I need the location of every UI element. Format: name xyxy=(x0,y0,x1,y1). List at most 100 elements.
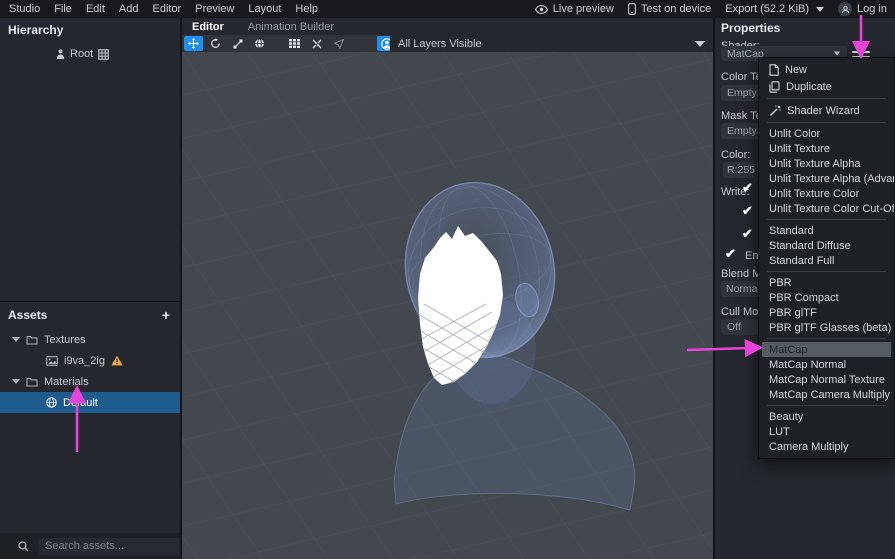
duplicate-icon xyxy=(769,80,780,93)
material-sphere-icon xyxy=(46,397,57,408)
menubar-item[interactable]: Editor xyxy=(152,3,181,15)
asset-search-bar xyxy=(0,533,214,559)
shader-menu-item[interactable]: Unlit Texture Color xyxy=(759,186,894,201)
globe-tool-button[interactable] xyxy=(250,36,269,51)
test-on-device-button[interactable]: Test on device xyxy=(628,3,711,15)
menubar-item[interactable]: Edit xyxy=(86,3,105,15)
caret-down-icon[interactable] xyxy=(12,337,20,342)
shader-menu-item[interactable]: Beauty xyxy=(759,409,894,424)
shader-menu-item[interactable]: MatCap Normal Texture xyxy=(759,372,894,387)
menubar-item[interactable]: Add xyxy=(119,3,139,15)
grid-icon xyxy=(289,39,300,48)
shader-menu-item[interactable]: Standard xyxy=(759,223,894,238)
tab-animation-builder[interactable]: Animation Builder xyxy=(248,21,334,33)
export-button[interactable]: Export (52.2 KiB) xyxy=(725,3,825,15)
assets-item-material-default[interactable]: Default xyxy=(0,392,180,413)
globe-icon xyxy=(254,38,265,49)
menu-separator xyxy=(767,338,886,339)
menu-separator xyxy=(767,98,886,99)
layers-dropdown[interactable]: All Layers Visible xyxy=(390,35,713,52)
menu-item-duplicate[interactable]: Duplicate xyxy=(759,78,894,95)
caret-down-icon[interactable] xyxy=(12,379,20,384)
color-label: Color: xyxy=(721,149,751,161)
navigate-icon xyxy=(332,37,345,50)
shader-menu-item[interactable]: Standard Full xyxy=(759,253,894,268)
add-asset-button[interactable]: + xyxy=(162,308,170,322)
hierarchy-title: Hierarchy xyxy=(8,23,64,37)
shader-menu-item[interactable]: Unlit Texture xyxy=(759,141,894,156)
shader-menu-item[interactable]: PBR glTF Glasses (beta) xyxy=(759,320,894,335)
properties-title: Properties xyxy=(721,21,781,35)
shader-menu-item[interactable]: Unlit Color xyxy=(759,126,894,141)
menubar: Studio File Edit Add Editor Preview Layo… xyxy=(0,3,318,15)
person-icon xyxy=(56,49,65,59)
menubar-item[interactable]: Studio xyxy=(9,3,40,15)
live-preview-button[interactable]: Live preview xyxy=(534,3,614,15)
scale-tool-button[interactable] xyxy=(228,36,247,51)
enabled-checkbox-icon[interactable]: ✔ xyxy=(725,246,736,262)
shader-menu-item[interactable]: PBR Compact xyxy=(759,290,894,305)
search-assets-input[interactable] xyxy=(39,537,193,555)
assets-folder-textures[interactable]: Textures xyxy=(0,329,180,350)
assets-tree: Textures i9va_2ig Materials Default xyxy=(0,329,180,413)
shader-menu-item[interactable]: MatCap Normal xyxy=(759,357,894,372)
folder-icon xyxy=(26,377,38,387)
menu-separator xyxy=(767,122,886,123)
viewport[interactable] xyxy=(182,52,713,559)
tab-editor[interactable]: Editor xyxy=(192,21,224,33)
avatar xyxy=(838,2,853,16)
login-button[interactable]: Log in xyxy=(838,2,887,16)
collapse-icon xyxy=(312,39,322,49)
grid-badge-icon xyxy=(98,48,109,60)
editor-tabbar: Editor Animation Builder xyxy=(182,18,713,35)
shader-menu-item[interactable]: Unlit Texture Alpha (Advanced) xyxy=(759,171,894,186)
menu-separator xyxy=(767,271,886,272)
assets-panel: Assets + Textures i9va_2ig Materials Def… xyxy=(0,301,180,533)
viewport-canvas[interactable] xyxy=(182,52,713,559)
hierarchy-item-root[interactable]: Root xyxy=(56,48,180,60)
shader-menu-item[interactable]: PBR xyxy=(759,275,894,290)
menubar-item[interactable]: Help xyxy=(295,3,318,15)
menu-item-shader-wizard[interactable]: Shader Wizard xyxy=(759,102,894,119)
hierarchy-panel: Hierarchy Root xyxy=(0,18,180,300)
chevron-down-icon xyxy=(816,6,825,12)
topbar-right: Live preview Test on device Export (52.2… xyxy=(534,2,895,16)
top-menubar: Studio File Edit Add Editor Preview Layo… xyxy=(0,0,895,18)
menubar-item[interactable]: File xyxy=(54,3,72,15)
wand-icon xyxy=(769,104,781,117)
write-check-3-icon[interactable]: ✔ xyxy=(742,226,753,242)
menu-separator xyxy=(767,405,886,406)
shader-menu-item[interactable]: PBR glTF xyxy=(759,305,894,320)
left-panel: Hierarchy Root Assets + Textures i9va_2i… xyxy=(0,18,214,559)
write-check-1-icon[interactable]: ✔ xyxy=(742,180,753,196)
collapse-view-button[interactable] xyxy=(307,36,326,51)
color-r-field[interactable]: R:255 xyxy=(723,162,755,178)
dropdown-arrow-icon xyxy=(695,40,705,47)
shader-menu-item[interactable]: Unlit Texture Color Cut-Off xyxy=(759,201,894,216)
navigate-tool-button[interactable] xyxy=(329,36,348,51)
studio-app: Studio File Edit Add Editor Preview Layo… xyxy=(0,0,895,559)
shader-menu-item[interactable]: MatCap Camera Multiply xyxy=(759,387,894,402)
warning-icon xyxy=(111,355,123,366)
assets-item-texture[interactable]: i9va_2ig xyxy=(0,350,180,371)
shader-menu-item[interactable]: LUT xyxy=(759,424,894,439)
menubar-item[interactable]: Layout xyxy=(248,3,281,15)
menu-separator xyxy=(767,219,886,220)
grid-view-button[interactable] xyxy=(285,36,304,51)
select-caret-icon xyxy=(833,51,841,56)
device-icon xyxy=(628,3,636,15)
scale-icon xyxy=(233,39,243,49)
shader-menu-item[interactable]: MatCap xyxy=(762,342,891,357)
move-tool-button[interactable] xyxy=(184,36,203,51)
write-check-2-icon[interactable]: ✔ xyxy=(742,203,753,219)
assets-folder-materials[interactable]: Materials xyxy=(0,371,180,392)
move-icon xyxy=(188,38,199,49)
center-panel: Editor Animation Builder All Layers Visi… xyxy=(182,18,713,559)
menu-item-new[interactable]: New xyxy=(759,61,894,78)
shader-menu-item[interactable]: Camera Multiply xyxy=(759,439,894,454)
rotate-icon xyxy=(210,38,221,49)
shader-menu-item[interactable]: Unlit Texture Alpha xyxy=(759,156,894,171)
shader-menu-item[interactable]: Standard Diffuse xyxy=(759,238,894,253)
menubar-item[interactable]: Preview xyxy=(195,3,234,15)
rotate-tool-button[interactable] xyxy=(206,36,225,51)
